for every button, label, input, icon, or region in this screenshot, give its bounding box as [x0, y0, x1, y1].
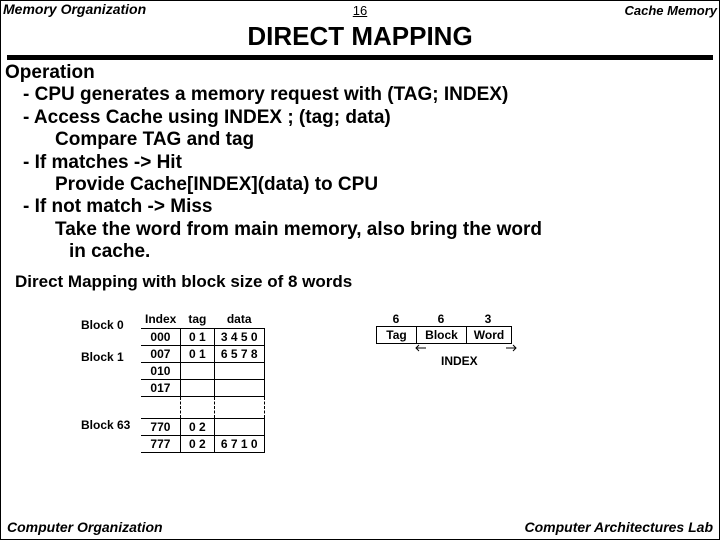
cache-diagram: Block 0 Block 1 Block 63 Index tag data …: [81, 298, 719, 458]
th-tag: tag: [180, 312, 214, 329]
arrow-right-icon: [506, 344, 518, 352]
cell-data: 6 5 7 8: [214, 345, 264, 362]
step-access-cache: - Access Cache using INDEX ; (tag; data): [5, 107, 715, 129]
step-hit: - If matches -> Hit: [5, 152, 715, 174]
width-tag: 6: [376, 312, 416, 326]
index-label: INDEX: [441, 354, 478, 368]
cell-data: [214, 362, 264, 379]
header-page-number: 16: [353, 3, 367, 18]
cell-tag: [180, 379, 214, 396]
cell-tag: 0 1: [180, 328, 214, 345]
field-tag: Tag: [377, 327, 417, 343]
cell-index: 007: [141, 345, 180, 362]
operation-heading: Operation: [5, 62, 715, 84]
cell-data: 6 7 1 0: [214, 435, 264, 452]
block-1-label: Block 1: [81, 350, 124, 364]
table-row: 770 0 2: [141, 418, 264, 435]
cell-tag: 0 2: [180, 418, 214, 435]
cell-data: [214, 379, 264, 396]
cell-data: 3 4 5 0: [214, 328, 264, 345]
step-compare: Compare TAG and tag: [5, 129, 715, 151]
field-block: Block: [417, 327, 467, 343]
field-widths: 6 6 3: [376, 312, 512, 326]
step-miss: - If not match -> Miss: [5, 196, 715, 218]
width-block: 6: [416, 312, 466, 326]
footer-left: Computer Organization: [7, 519, 163, 535]
table-row: 007 0 1 6 5 7 8: [141, 345, 264, 362]
header-right: Cache Memory: [625, 3, 717, 18]
cell-index: 777: [141, 435, 180, 452]
table-header-row: Index tag data: [141, 312, 264, 329]
cell-index: 010: [141, 362, 180, 379]
table-row: 777 0 2 6 7 1 0: [141, 435, 264, 452]
field-boxes: Tag Block Word: [376, 326, 512, 344]
slide-title: DIRECT MAPPING: [1, 21, 719, 52]
arrow-left-icon: [414, 344, 426, 352]
block-63-label: Block 63: [81, 418, 130, 432]
cache-table: Index tag data 000 0 1 3 4 5 0 007 0 1 6…: [141, 312, 265, 453]
table-row: 017: [141, 379, 264, 396]
cell-tag: 0 2: [180, 435, 214, 452]
address-fields: 6 6 3 Tag Block Word: [376, 312, 512, 344]
table-gap-row: [141, 396, 264, 418]
cell-index: 017: [141, 379, 180, 396]
th-index: Index: [141, 312, 180, 329]
footer-right: Computer Architectures Lab: [524, 519, 713, 535]
th-data: data: [214, 312, 264, 329]
section-label: Direct Mapping with block size of 8 word…: [15, 272, 719, 292]
table-row: 010: [141, 362, 264, 379]
header-left: Memory Organization: [3, 1, 146, 17]
body-text: Operation - CPU generates a memory reque…: [1, 60, 719, 264]
slide-header: Memory Organization 16 Cache Memory: [1, 1, 719, 19]
cell-index: 000: [141, 328, 180, 345]
cell-index: 770: [141, 418, 180, 435]
step-fetch-2: in cache.: [5, 241, 715, 263]
cell-tag: 0 1: [180, 345, 214, 362]
step-provide: Provide Cache[INDEX](data) to CPU: [5, 174, 715, 196]
field-word: Word: [467, 327, 511, 343]
block-0-label: Block 0: [81, 318, 124, 332]
step-fetch: Take the word from main memory, also bri…: [5, 219, 715, 241]
table-row: 000 0 1 3 4 5 0: [141, 328, 264, 345]
slide-direct-mapping: Memory Organization 16 Cache Memory DIRE…: [0, 0, 720, 540]
step-cpu-request: - CPU generates a memory request with (T…: [5, 84, 715, 106]
width-word: 3: [466, 312, 510, 326]
cell-tag: [180, 362, 214, 379]
cell-data: [214, 418, 264, 435]
